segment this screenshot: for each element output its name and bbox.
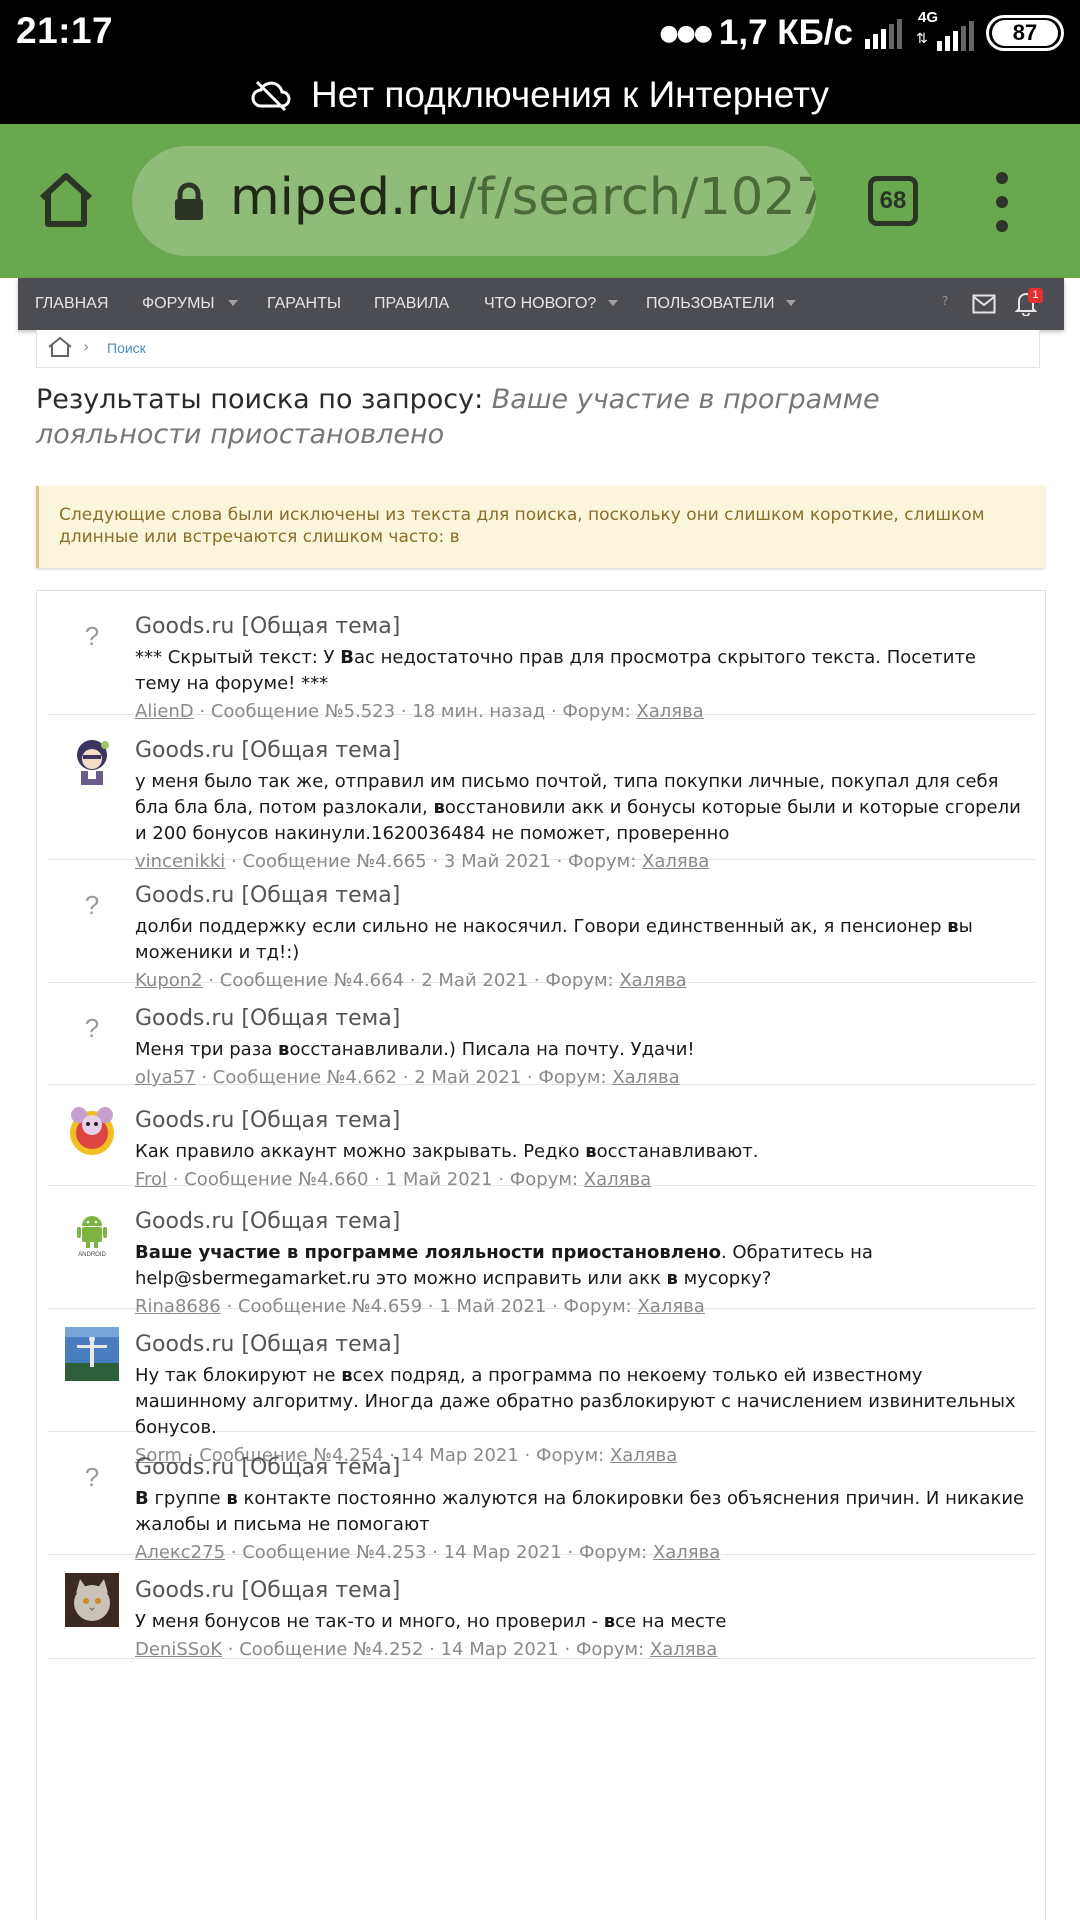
status-time: 21:17 [16,10,114,51]
nav-home[interactable]: ГЛАВНАЯ [35,278,108,330]
result-snippet: Меня три раза восстанавливали.) Писала н… [135,1039,695,1060]
forum-nav: ГЛАВНАЯ ФОРУМЫ ГАРАНТЫ ПРАВИЛА ЧТО НОВОГ… [18,278,1064,330]
network-type: 4G [918,9,939,26]
search-result: Goods.ru [Общая тема] у меня было так же,… [47,715,1035,872]
search-results: ? Goods.ru [Общая тема] *** Скрытый текст:… [36,590,1046,1920]
alerts-badge: 1 [1028,288,1043,303]
signal-4g-icon: 4G ⇅ [916,9,974,53]
avatar[interactable]: ? [65,1450,119,1504]
tabs-button[interactable]: 68 [868,176,918,226]
search-result: ANDROID Goods.ru [Общая тема] Ваше участие… [47,1186,1035,1317]
browser-menu-icon[interactable] [990,172,1014,232]
result-snippet: Как правило аккаунт можно закрывать. Ред… [135,1141,759,1162]
offline-banner: Нет подключения к Интернету [0,66,1080,124]
mail-icon[interactable] [972,294,996,314]
result-snippet: у меня было так же, отправил им письмо п… [135,771,1021,844]
avatar[interactable]: ? [65,609,119,663]
home-icon[interactable] [34,168,98,232]
signal-icon [865,17,902,49]
lock-icon [175,182,203,220]
result-title[interactable]: Goods.ru [Общая тема] [135,1577,1025,1605]
result-title[interactable]: Goods.ru [Общая тема] [135,1454,1025,1482]
result-snippet: У меня бонусов не так-то и много, но про… [135,1611,727,1632]
offline-text: Нет подключения к Интернету [311,74,829,115]
status-bar: 21:17 ●●● 1,7 КБ/с 4G ⇅ 87 [0,0,1080,66]
result-title[interactable]: Goods.ru [Общая тема] [135,613,1025,641]
result-title[interactable]: Goods.ru [Общая тема] [135,1107,1025,1135]
more-notifications-icon: ●●● [659,20,713,46]
result-title[interactable]: Goods.ru [Общая тема] [135,882,1025,910]
post-number: Сообщение №4.252 [239,1639,424,1660]
post-date: 14 Мар 2021 [440,1639,559,1660]
avatar[interactable]: ? [65,1001,119,1055]
excluded-words-notice: Следующие слова были исключены из текста… [36,486,1044,568]
home-icon[interactable] [47,336,73,358]
search-result: Goods.ru [Общая тема] У меня бонусов не т… [47,1555,1035,1660]
url-host: miped.ru [230,168,460,227]
result-title[interactable]: Goods.ru [Общая тема] [135,1208,1025,1236]
chevron-down-icon[interactable] [786,300,796,306]
result-title[interactable]: Goods.ru [Общая тема] [135,737,1025,765]
browser-toolbar: miped.ru/f/search/10272 68 [0,124,1080,278]
avatar[interactable]: ANDROID [65,1204,119,1258]
search-result: ? Goods.ru [Общая тема] *** Скрытый текст:… [47,591,1035,722]
result-title[interactable]: Goods.ru [Общая тема] [135,1331,1025,1359]
url-bar[interactable]: miped.ru/f/search/10272 [132,146,816,256]
svg-text:ANDROID: ANDROID [78,1252,106,1258]
title-prefix: Результаты поиска по запросу: [36,384,484,415]
status-icons: ●●● 1,7 КБ/с 4G ⇅ 87 [659,9,1064,54]
avatar[interactable] [65,733,119,787]
breadcrumb-search[interactable]: Поиск [107,340,146,356]
result-meta: DeniSSoK · Сообщение №4.252 · 14 Мар 202… [135,1639,718,1660]
battery-icon: 87 [986,15,1064,51]
avatar[interactable] [65,1103,119,1157]
nav-users[interactable]: ПОЛЬЗОВАТЕЛИ [646,278,775,330]
author-link[interactable]: DeniSSoK [135,1639,222,1660]
avatar[interactable] [65,1573,119,1627]
result-snippet: *** Скрытый текст: У Вас недостаточно пр… [135,647,977,694]
forum-label: Форум: [575,1639,645,1660]
url-text: miped.ru/f/search/10272 [230,168,816,227]
chevron-right-icon: › [83,337,90,356]
nav-forums[interactable]: ФОРУМЫ [142,278,215,330]
nav-whats-new[interactable]: ЧТО НОВОГО? [484,278,596,330]
breadcrumb: › Поиск [36,330,1040,368]
avatar[interactable] [65,1327,119,1381]
cloud-off-icon [251,80,291,112]
network-speed: 1,7 КБ/с [718,13,853,52]
nav-rules[interactable]: ПРАВИЛА [374,278,449,330]
search-result: ? Goods.ru [Общая тема] долби поддержку ес… [47,860,1035,991]
chevron-down-icon[interactable] [608,300,618,306]
nav-guarantors[interactable]: ГАРАНТЫ [267,278,341,330]
chevron-down-icon[interactable] [228,300,238,306]
url-path: /f/search/10272 [459,168,816,227]
search-result: Goods.ru [Общая тема] Как правило аккаунт… [47,1085,1035,1190]
forum-link[interactable]: Халява [650,1639,717,1660]
help-icon[interactable]: ? [942,294,948,308]
result-snippet: долби поддержку если сильно не накосячил… [135,916,973,963]
page-title: Результаты поиска по запросу: Ваше участ… [36,382,1046,452]
result-snippet: Ну так блокируют не всех подряд, а прогр… [135,1365,1016,1438]
result-snippet: Ваше участие в программе лояльности прио… [135,1242,873,1289]
search-result: ? Goods.ru [Общая тема] Меня три раза восс… [47,983,1035,1088]
battery-level: 87 [992,20,1058,46]
search-result: ? Goods.ru [Общая тема] В группе в контакт… [47,1432,1035,1563]
result-title[interactable]: Goods.ru [Общая тема] [135,1005,1025,1033]
avatar[interactable]: ? [65,878,119,932]
search-result: Goods.ru [Общая тема] Ну так блокируют не… [47,1309,1035,1466]
result-snippet: В группе в контакте постоянно жалуются н… [135,1488,1025,1535]
